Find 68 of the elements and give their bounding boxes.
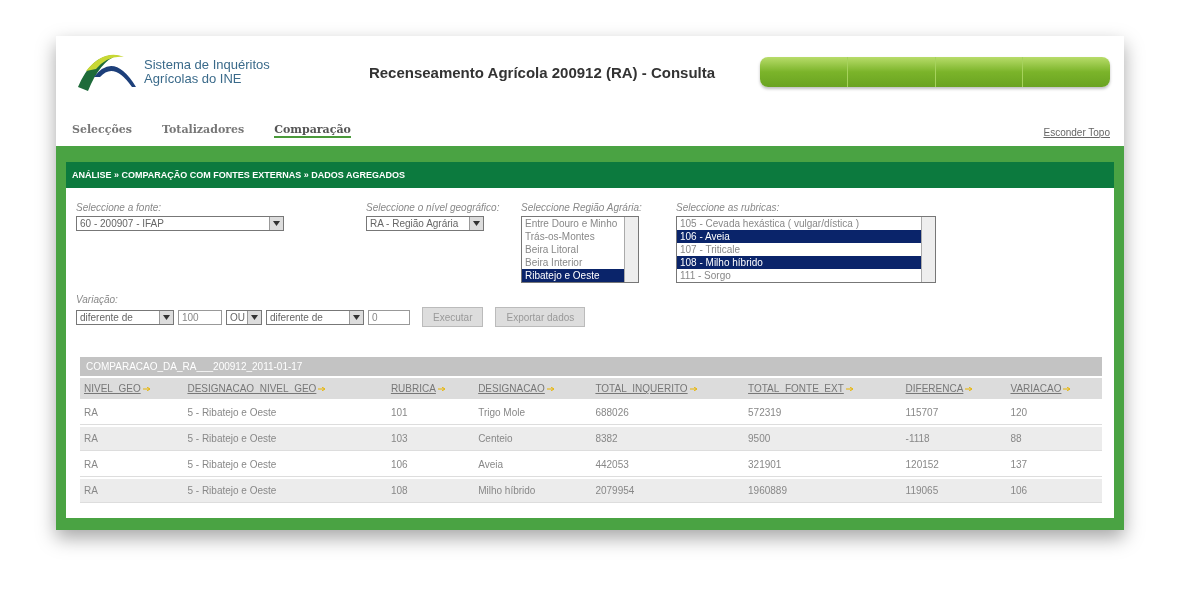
breadcrumb: ANÁLISE » COMPARAÇÃO COM FONTES EXTERNAS » DADOS AGREGADOS xyxy=(66,162,1114,188)
action-button[interactable]: Exportar dados xyxy=(495,307,586,327)
field-label: Seleccione Região Agrária: xyxy=(521,202,643,213)
sort-arrow-icon xyxy=(845,386,854,391)
caret-icon xyxy=(353,314,360,320)
top-menu-bar[interactable] xyxy=(760,57,1110,87)
column-header[interactable]: TOTAL_FONTE_EXT xyxy=(744,378,902,399)
sort-arrow-icon xyxy=(437,386,446,391)
column-header[interactable]: DESIGNACAO_NIVEL_GEO xyxy=(183,378,387,399)
sort-arrow-icon xyxy=(318,386,327,391)
logo-text: Agrícolas do INE xyxy=(144,72,242,86)
column-header[interactable]: RUBRICA xyxy=(386,378,475,399)
list-option[interactable]: 108 - Milho híbrido xyxy=(677,256,921,269)
column-header[interactable]: DESIGNACAO xyxy=(474,378,592,399)
caret-icon xyxy=(163,314,170,320)
table-cell: RA xyxy=(80,427,184,451)
caret-icon xyxy=(251,314,258,320)
table-cell: 2079954 xyxy=(591,479,745,503)
condition-select[interactable]: diferente de xyxy=(76,309,174,325)
list-option[interactable]: Ribatejo e Oeste xyxy=(522,269,624,282)
value-input[interactable]: 100 xyxy=(178,309,222,325)
sort-arrow-icon xyxy=(1063,386,1072,391)
table-cell: 9500 xyxy=(744,427,902,451)
column-header[interactable]: DIFERENCA xyxy=(901,378,1007,399)
table-cell: 119065 xyxy=(901,479,1007,503)
sort-arrow-icon xyxy=(546,386,555,391)
page-title: Recenseamento Agrícola 200912 (RA) - Consulta xyxy=(368,63,716,81)
logo-text: Sistema de Inquéritos xyxy=(144,58,270,72)
column-header[interactable]: VARIACAO xyxy=(1006,378,1102,399)
table-cell: 5 - Ribatejo e Oeste xyxy=(183,427,387,451)
table-cell: 1960889 xyxy=(744,479,902,503)
table-caption: COMPARACAO_DA_RA___200912_2011-01-17 xyxy=(80,357,1102,376)
table-cell: 103 xyxy=(386,427,475,451)
table-cell: 8382 xyxy=(591,427,745,451)
scrollbar[interactable] xyxy=(624,217,638,282)
nav-tab[interactable]: Selecções xyxy=(72,123,133,138)
rubrics-listbox[interactable]: 105 - Cevada hexástica ( vulgar/dística ) 106 - Aveia 107 - Triticale 108 - Milho híbrido 111 - Sorgo xyxy=(676,216,936,283)
hide-top-link[interactable]: Esconder Topo xyxy=(1043,127,1110,138)
caret-icon xyxy=(273,221,280,226)
sort-arrow-icon xyxy=(965,386,974,391)
table-cell: 108 xyxy=(386,479,475,503)
field-label: Seleccione a fonte: xyxy=(76,202,163,213)
table-cell: 106 xyxy=(1006,479,1102,503)
column-header[interactable]: TOTAL_INQUERITO xyxy=(591,378,745,399)
level-select[interactable]: RA - Região Agrária xyxy=(366,216,484,231)
action-button[interactable]: Executar xyxy=(422,307,484,327)
table-cell: -1118 xyxy=(901,427,1007,451)
scrollbar[interactable] xyxy=(921,217,935,282)
nav-tab[interactable]: Comparação xyxy=(274,123,351,138)
caret-icon xyxy=(473,221,480,226)
column-header[interactable]: NIVEL_GEO xyxy=(80,378,184,399)
sort-arrow-icon xyxy=(142,386,151,391)
sort-arrow-icon xyxy=(689,386,698,391)
table-cell: Centeio xyxy=(474,427,592,451)
list-option[interactable]: 106 - Aveia xyxy=(677,230,921,243)
table-cell: Milho híbrido xyxy=(474,479,592,503)
table-cell: RA xyxy=(80,479,184,503)
field-label: Seleccione o nível geográfico: xyxy=(366,202,501,213)
source-select[interactable]: 60 - 200907 - IFAP xyxy=(76,216,284,231)
region-listbox[interactable]: Entre Douro e Minho Trás-os-Montes Beira Litoral Beira Interior Ribatejo e Oeste xyxy=(521,216,639,283)
table-cell: 88 xyxy=(1006,427,1102,451)
condition-select[interactable]: diferente de xyxy=(266,309,364,325)
condition-select[interactable]: OU xyxy=(226,309,262,325)
field-label: Seleccione as rubricas: xyxy=(676,202,781,213)
field-label: Variação: xyxy=(76,294,119,305)
table-cell: 5 - Ribatejo e Oeste xyxy=(183,479,387,503)
value-input[interactable]: 0 xyxy=(368,309,410,325)
nav-tab[interactable]: Totalizadores xyxy=(162,123,245,138)
